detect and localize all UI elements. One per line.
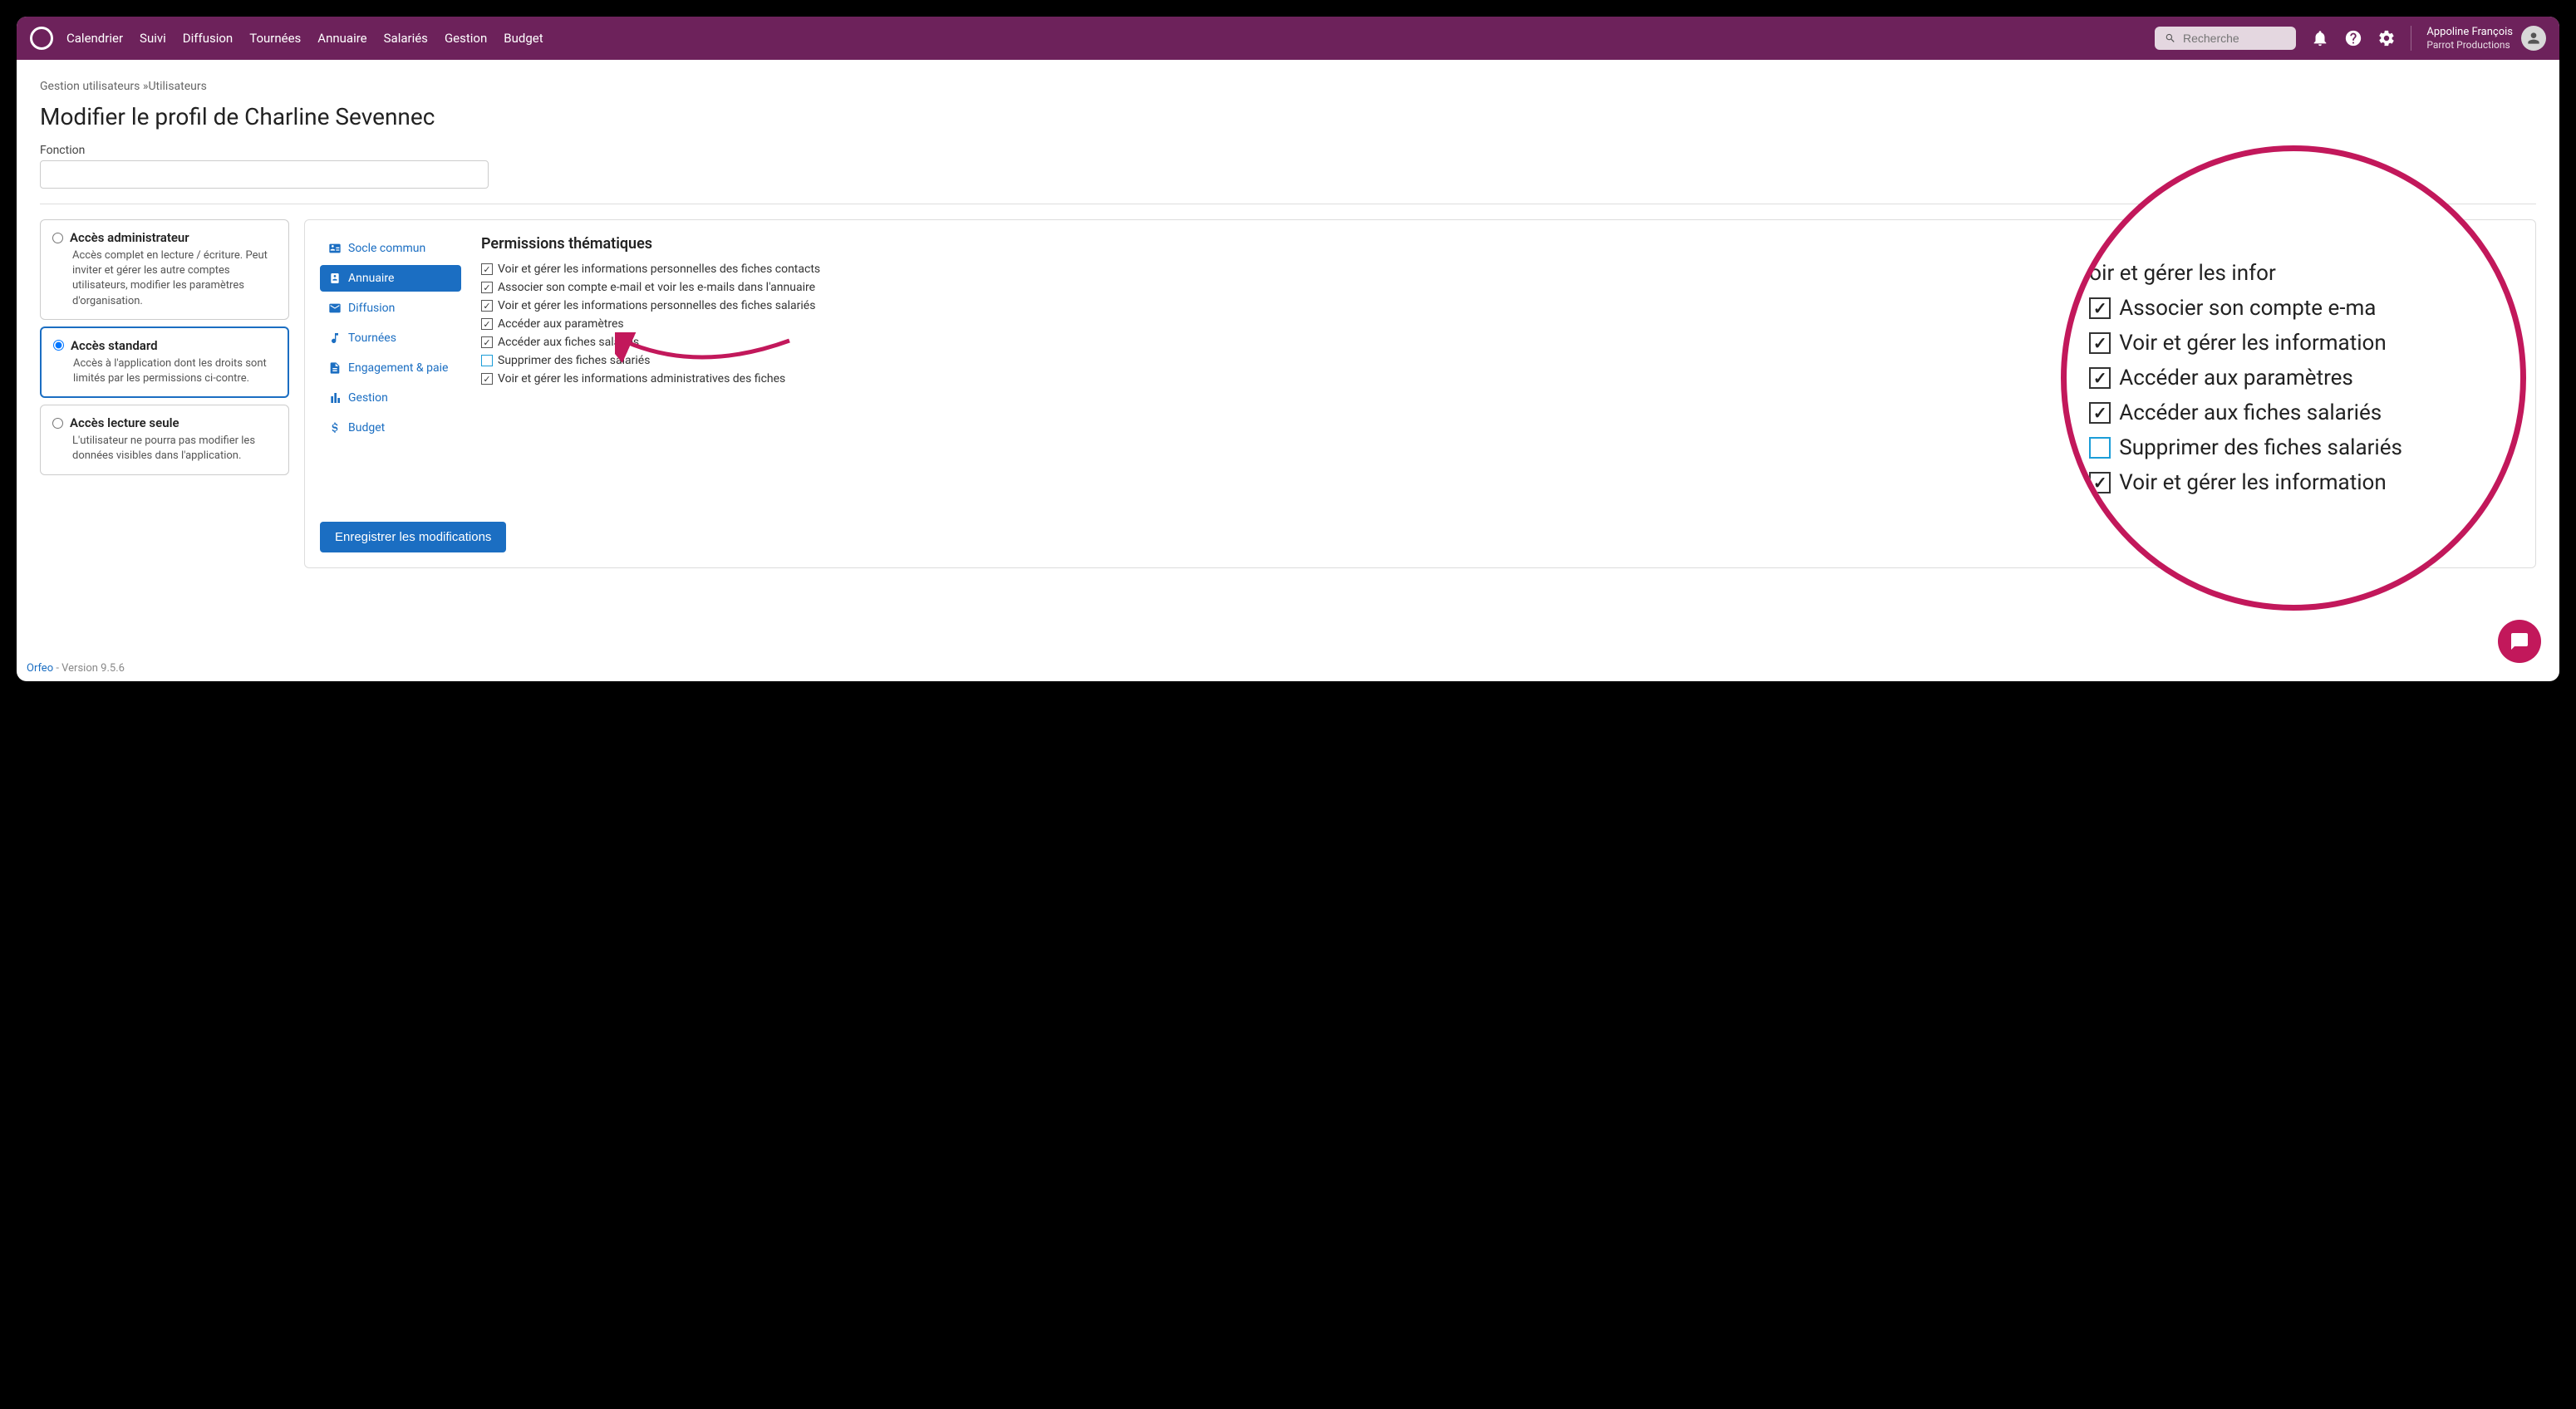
checkbox bbox=[2089, 332, 2111, 354]
gear-icon[interactable] bbox=[2377, 29, 2396, 47]
zoom-permission-item: Accéder aux fiches salariés bbox=[2089, 400, 2497, 425]
music-icon bbox=[328, 331, 342, 345]
bar-chart-icon bbox=[328, 391, 342, 405]
access-standard-desc: Accès à l'application dont les droits so… bbox=[53, 356, 276, 386]
fonction-label: Fonction bbox=[40, 144, 2536, 157]
access-readonly-radio[interactable] bbox=[52, 418, 63, 429]
access-readonly-desc: L'utilisateur ne pourra pas modifier les… bbox=[52, 434, 277, 464]
zoom-permission-item: Supprimer des fiches salariés bbox=[2089, 435, 2497, 460]
tab-diffusion[interactable]: Diffusion bbox=[320, 295, 461, 322]
breadcrumb-current: Utilisateurs bbox=[148, 80, 206, 93]
file-icon bbox=[328, 361, 342, 375]
nav-annuaire[interactable]: Annuaire bbox=[317, 31, 366, 46]
footer-version: - Version 9.5.6 bbox=[53, 662, 125, 675]
zoom-permission-item: oir et gérer les infor bbox=[2089, 261, 2497, 286]
access-admin-desc: Accès complet en lecture / écriture. Peu… bbox=[52, 248, 277, 309]
top-bar: Calendrier Suivi Diffusion Tournées Annu… bbox=[17, 17, 2559, 60]
nav-gestion[interactable]: Gestion bbox=[445, 31, 487, 46]
id-card-icon bbox=[328, 242, 342, 255]
access-admin-label: Accès administrateur bbox=[70, 230, 189, 245]
access-standard-card[interactable]: Accès standard Accès à l'application don… bbox=[40, 326, 289, 398]
access-readonly-card[interactable]: Accès lecture seule L'utilisateur ne pou… bbox=[40, 405, 289, 474]
permission-label: Supprimer des fiches salariés bbox=[498, 354, 650, 367]
help-icon[interactable] bbox=[2344, 29, 2362, 47]
checkbox[interactable] bbox=[481, 373, 493, 385]
permission-label: Voir et gérer les informations administr… bbox=[498, 372, 785, 385]
tab-tournees[interactable]: Tournées bbox=[320, 325, 461, 351]
access-standard-radio[interactable] bbox=[53, 340, 64, 351]
checkbox[interactable] bbox=[481, 282, 493, 293]
tab-engagement[interactable]: Engagement & paie bbox=[320, 355, 461, 381]
permission-label: Accéder aux fiches salariés bbox=[498, 336, 639, 349]
access-standard-label: Accès standard bbox=[71, 338, 158, 353]
checkbox[interactable] bbox=[481, 300, 493, 312]
checkbox[interactable] bbox=[481, 263, 493, 275]
breadcrumb-parent[interactable]: Gestion utilisateurs bbox=[40, 80, 140, 93]
envelope-icon bbox=[328, 302, 342, 315]
tab-gestion[interactable]: Gestion bbox=[320, 385, 461, 411]
page-title: Modifier le profil de Charline Sevennec bbox=[40, 103, 2536, 130]
access-readonly-label: Accès lecture seule bbox=[70, 415, 179, 430]
zoom-permission-item: Voir et gérer les information bbox=[2089, 331, 2497, 356]
search-icon bbox=[2165, 32, 2176, 45]
zoom-permission-item: Voir et gérer les information bbox=[2089, 470, 2497, 495]
top-nav: Calendrier Suivi Diffusion Tournées Annu… bbox=[66, 31, 2155, 46]
breadcrumb: Gestion utilisateurs »Utilisateurs bbox=[40, 80, 2536, 93]
checkbox bbox=[2089, 402, 2111, 424]
perm-tabs: Socle commun Annuaire Diffusion Tournées bbox=[320, 235, 461, 552]
search-box[interactable] bbox=[2155, 27, 2296, 50]
save-button[interactable]: Enregistrer les modifications bbox=[320, 522, 506, 552]
nav-calendrier[interactable]: Calendrier bbox=[66, 31, 123, 46]
checkbox bbox=[2089, 437, 2111, 459]
zoom-callout: oir et gérer les infor Associer son compt… bbox=[2061, 145, 2526, 611]
nav-budget[interactable]: Budget bbox=[504, 31, 543, 46]
permission-label: Accéder aux paramètres bbox=[498, 317, 624, 331]
search-input[interactable] bbox=[2183, 32, 2286, 45]
org-name: Parrot Productions bbox=[2426, 39, 2513, 51]
chat-button[interactable] bbox=[2498, 620, 2541, 663]
bell-icon[interactable] bbox=[2311, 29, 2329, 47]
checkbox[interactable] bbox=[481, 318, 493, 330]
checkbox[interactable] bbox=[481, 355, 493, 366]
checkbox bbox=[2089, 472, 2111, 493]
app-logo[interactable] bbox=[30, 27, 53, 50]
tab-annuaire[interactable]: Annuaire bbox=[320, 265, 461, 292]
addressbook-icon bbox=[328, 272, 342, 285]
nav-tournees[interactable]: Tournées bbox=[249, 31, 301, 46]
zoom-permission-item: Accéder aux paramètres bbox=[2089, 366, 2497, 390]
access-level-column: Accès administrateur Accès complet en le… bbox=[40, 219, 289, 482]
checkbox[interactable] bbox=[481, 336, 493, 348]
permission-label: Voir et gérer les informations personnel… bbox=[498, 263, 820, 276]
checkbox bbox=[2089, 367, 2111, 389]
tab-budget[interactable]: Budget bbox=[320, 415, 461, 441]
footer: Orfeo - Version 9.5.6 bbox=[27, 662, 125, 675]
footer-app-link[interactable]: Orfeo bbox=[27, 662, 53, 675]
access-admin-radio[interactable] bbox=[52, 233, 63, 243]
avatar[interactable] bbox=[2521, 26, 2546, 51]
fonction-input[interactable] bbox=[40, 160, 489, 189]
permission-label: Voir et gérer les informations personnel… bbox=[498, 299, 815, 312]
nav-diffusion[interactable]: Diffusion bbox=[183, 31, 233, 46]
user-name: Appoline François bbox=[2426, 26, 2513, 39]
chat-icon bbox=[2510, 631, 2529, 651]
nav-suivi[interactable]: Suivi bbox=[140, 31, 166, 46]
nav-salaries[interactable]: Salariés bbox=[384, 31, 428, 46]
zoom-permission-item: Associer son compte e-ma bbox=[2089, 296, 2497, 321]
access-admin-card[interactable]: Accès administrateur Accès complet en le… bbox=[40, 219, 289, 320]
user-menu[interactable]: Appoline François Parrot Productions bbox=[2411, 26, 2546, 51]
checkbox bbox=[2089, 297, 2111, 319]
permission-label: Associer son compte e-mail et voir les e… bbox=[498, 281, 815, 294]
tab-socle[interactable]: Socle commun bbox=[320, 235, 461, 262]
dollar-icon bbox=[328, 421, 342, 434]
